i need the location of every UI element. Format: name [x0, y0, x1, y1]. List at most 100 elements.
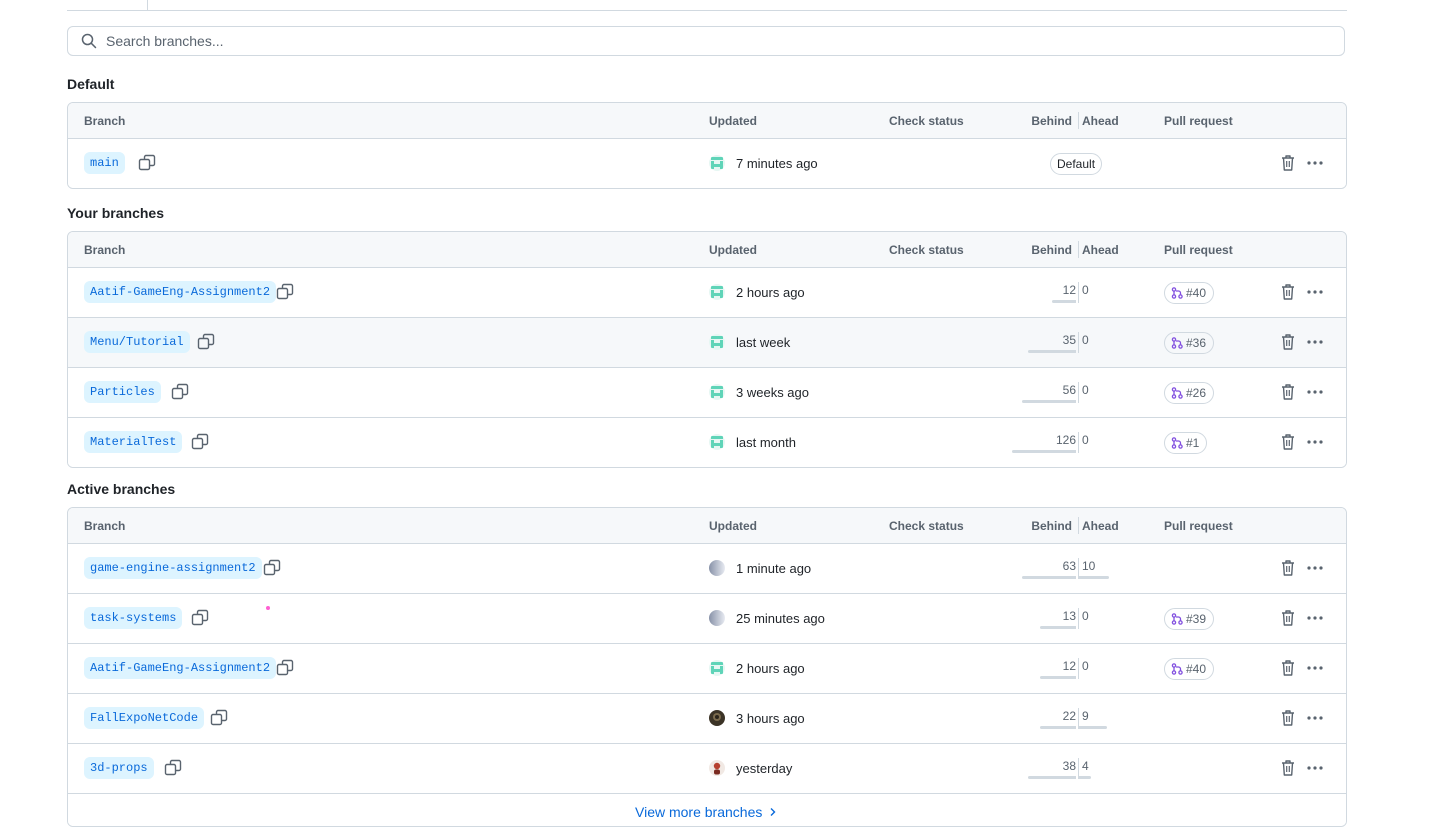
branch-name-link[interactable]: Aatif-GameEng-Assignment2 — [84, 657, 277, 679]
copy-icon[interactable] — [210, 709, 228, 727]
trash-icon[interactable] — [1280, 659, 1296, 680]
trash-icon[interactable] — [1280, 333, 1296, 354]
branch-name-link[interactable]: game-engine-assignment2 — [84, 557, 262, 579]
updated-time: 1 minute ago — [736, 561, 812, 576]
col-check-status: Check status — [889, 519, 964, 533]
col-behind: Behind — [1031, 243, 1072, 257]
default-badge: Default — [1050, 153, 1103, 175]
avatar[interactable] — [709, 434, 725, 450]
col-check-status: Check status — [889, 243, 964, 257]
copy-icon[interactable] — [276, 659, 294, 677]
ahead-count: 0 — [1082, 609, 1089, 623]
header-separator — [1078, 112, 1079, 129]
view-more-link[interactable]: View more branches — [635, 804, 778, 820]
more-options-icon[interactable] — [1306, 759, 1324, 780]
pull-request-link[interactable]: #36 — [1164, 332, 1215, 354]
branch-name-link[interactable]: MaterialTest — [84, 431, 183, 453]
more-options-icon[interactable] — [1306, 559, 1324, 580]
ahead-count: 0 — [1082, 333, 1089, 347]
copy-icon[interactable] — [276, 283, 294, 301]
col-pull-request: Pull request — [1164, 114, 1233, 128]
pull-request-link[interactable]: #40 — [1164, 282, 1215, 304]
table-header: Branch Updated Check status Behind Ahead Pull… — [68, 103, 1346, 139]
avatar[interactable] — [709, 660, 725, 676]
more-options-icon[interactable] — [1306, 709, 1324, 730]
table-row: MaterialTest last month 126 0 #1 — [68, 418, 1346, 467]
ahead-bar — [1079, 576, 1109, 579]
your-branches-table: Branch Updated Check status Behind Ahead Pull… — [67, 231, 1347, 468]
avatar[interactable] — [709, 284, 725, 300]
more-options-icon[interactable] — [1306, 609, 1324, 630]
branch-name-link[interactable]: Particles — [84, 381, 161, 403]
pull-request-link[interactable]: #1 — [1164, 432, 1208, 454]
more-options-icon[interactable] — [1306, 383, 1324, 404]
branch-name-link[interactable]: task-systems — [84, 607, 183, 629]
branch-name-link[interactable]: main — [84, 152, 125, 174]
behind-bar — [1022, 400, 1076, 403]
trash-icon[interactable] — [1280, 154, 1296, 175]
behind-ahead-separator — [1078, 382, 1079, 403]
trash-icon[interactable] — [1280, 609, 1296, 630]
col-branch: Branch — [84, 519, 126, 533]
more-options-icon[interactable] — [1306, 659, 1324, 680]
table-row: Aatif-GameEng-Assignment2 2 hours ago 12 0 #… — [68, 644, 1346, 694]
branch-name-link[interactable]: Menu/Tutorial — [84, 331, 190, 353]
search-input[interactable] — [104, 32, 1308, 50]
avatar[interactable] — [709, 155, 725, 171]
pull-request-link[interactable]: #39 — [1164, 608, 1215, 630]
avatar[interactable] — [709, 334, 725, 350]
copy-icon[interactable] — [138, 154, 156, 172]
trash-icon[interactable] — [1280, 709, 1296, 730]
table-row: 3d-props yesterday 38 4 — [68, 744, 1346, 794]
copy-icon[interactable] — [171, 383, 189, 401]
search-icon — [81, 33, 97, 49]
avatar[interactable] — [709, 384, 725, 400]
pull-request-number: #1 — [1186, 436, 1200, 450]
avatar[interactable] — [709, 760, 725, 776]
trash-icon[interactable] — [1280, 559, 1296, 580]
trash-icon[interactable] — [1280, 383, 1296, 404]
avatar[interactable] — [709, 710, 725, 726]
behind-count: 12 — [1062, 283, 1076, 297]
pull-request-icon — [1171, 287, 1183, 299]
branch-name-link[interactable]: 3d-props — [84, 757, 154, 779]
behind-count: 35 — [1062, 333, 1076, 347]
trash-icon[interactable] — [1280, 283, 1296, 304]
col-behind: Behind — [1031, 114, 1072, 128]
table-row: task-systems 25 minutes ago 13 0 #39 — [68, 594, 1346, 644]
behind-count: 63 — [1062, 559, 1076, 573]
pull-request-link[interactable]: #26 — [1164, 382, 1215, 404]
pull-request-link[interactable]: #40 — [1164, 658, 1215, 680]
branch-name-link[interactable]: FallExpoNetCode — [84, 707, 205, 729]
copy-icon[interactable] — [164, 759, 182, 777]
behind-count: 126 — [1055, 433, 1076, 447]
more-options-icon[interactable] — [1306, 433, 1324, 454]
tab-underline — [67, 0, 1347, 11]
copy-icon[interactable] — [197, 333, 215, 351]
table-row: Menu/Tutorial last week 35 0 #36 — [68, 318, 1346, 368]
avatar[interactable] — [709, 560, 725, 576]
pull-request-number: #36 — [1186, 336, 1207, 350]
col-ahead: Ahead — [1082, 114, 1119, 128]
more-options-icon[interactable] — [1306, 154, 1324, 175]
trash-icon[interactable] — [1280, 433, 1296, 454]
search-box[interactable] — [67, 26, 1345, 56]
table-header: Branch Updated Check status Behind Ahead Pull… — [68, 508, 1346, 544]
more-options-icon[interactable] — [1306, 333, 1324, 354]
copy-icon[interactable] — [191, 433, 209, 451]
active-branches-table: Branch Updated Check status Behind Ahead Pull… — [67, 507, 1347, 827]
col-pull-request: Pull request — [1164, 243, 1233, 257]
behind-ahead-separator — [1078, 332, 1079, 353]
trash-icon[interactable] — [1280, 759, 1296, 780]
section-title-active: Active branches — [67, 481, 176, 497]
more-options-icon[interactable] — [1306, 283, 1324, 304]
branch-name-link[interactable]: Aatif-GameEng-Assignment2 — [84, 281, 277, 303]
copy-icon[interactable] — [191, 609, 209, 627]
pull-request-icon — [1171, 387, 1183, 399]
copy-icon[interactable] — [263, 559, 281, 577]
default-branches-table: Branch Updated Check status Behind Ahead Pull… — [67, 102, 1347, 189]
avatar[interactable] — [709, 610, 725, 626]
table-row: Particles 3 weeks ago 56 0 #26 — [68, 368, 1346, 418]
behind-ahead-separator — [1078, 432, 1079, 453]
behind-bar — [1012, 450, 1076, 453]
